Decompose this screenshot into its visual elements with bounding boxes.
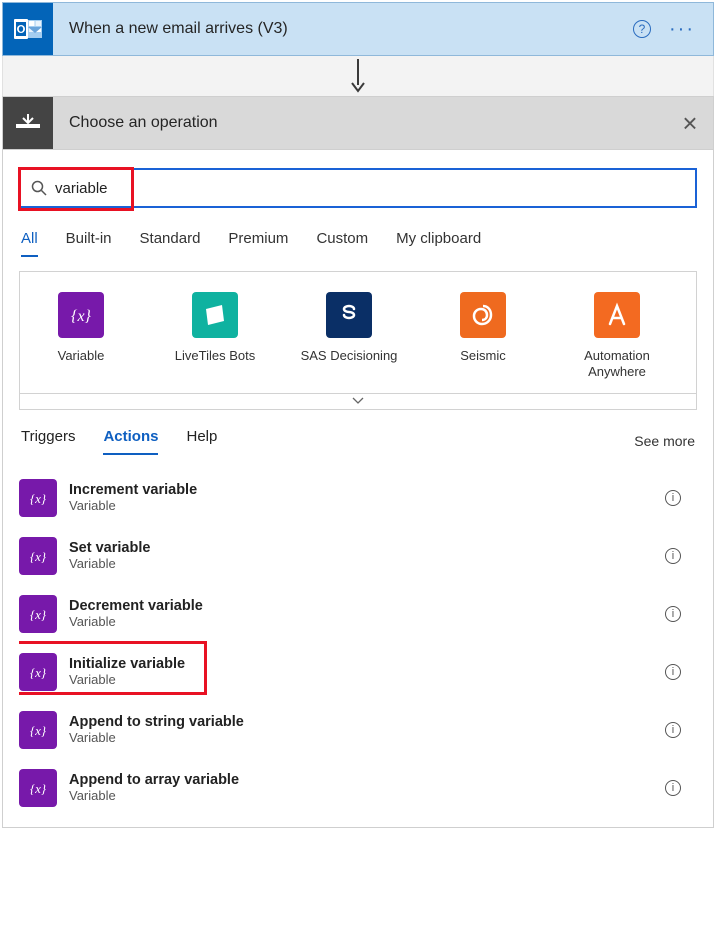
trigger-title: When a new email arrives (V3) <box>53 20 633 38</box>
variable-icon: {x} <box>19 537 57 575</box>
info-icon[interactable]: i <box>665 490 681 506</box>
svg-text:{x}: {x} <box>30 491 47 506</box>
category-tabs: All Built-in Standard Premium Custom My clipb… <box>19 230 697 257</box>
category-tab-my-clipboard[interactable]: My clipboard <box>396 230 481 257</box>
section-tab-actions[interactable]: Actions <box>103 428 158 455</box>
action-subtitle: Variable <box>69 788 653 803</box>
operation-panel: All Built-in Standard Premium Custom My clipb… <box>2 150 714 828</box>
action-text: Initialize variableVariable <box>69 656 653 687</box>
action-subtitle: Variable <box>69 498 653 513</box>
svg-text:{x}: {x} <box>30 549 47 564</box>
info-icon[interactable]: i <box>665 780 681 796</box>
category-tab-built-in[interactable]: Built-in <box>66 230 112 257</box>
connector-variable[interactable]: {x} Variable <box>28 292 134 381</box>
action-text: Append to string variableVariable <box>69 714 653 745</box>
info-icon[interactable]: i <box>665 722 681 738</box>
connector-label: Automation Anywhere <box>564 348 670 381</box>
action-increment-variable[interactable]: {x} Increment variableVariable i <box>19 469 697 527</box>
action-subtitle: Variable <box>69 730 653 745</box>
variable-icon: {x} <box>58 292 104 338</box>
expand-connectors[interactable] <box>19 394 697 410</box>
category-tab-premium[interactable]: Premium <box>228 230 288 257</box>
info-icon[interactable]: i <box>665 664 681 680</box>
sas-decisioning-icon <box>326 292 372 338</box>
help-icon[interactable]: ? <box>633 20 651 38</box>
outlook-icon <box>3 3 53 55</box>
variable-icon: {x} <box>19 653 57 691</box>
trigger-card[interactable]: When a new email arrives (V3) ? ··· <box>2 2 714 56</box>
variable-icon: {x} <box>19 711 57 749</box>
svg-text:{x}: {x} <box>30 607 47 622</box>
svg-text:{x}: {x} <box>30 781 47 796</box>
svg-text:{x}: {x} <box>30 665 47 680</box>
svg-text:{x}: {x} <box>30 723 47 738</box>
action-subtitle: Variable <box>69 672 653 687</box>
connector-sas-decisioning[interactable]: SAS Decisioning <box>296 292 402 381</box>
action-append-to-string-variable[interactable]: {x} Append to string variableVariable i <box>19 701 697 759</box>
category-tab-custom[interactable]: Custom <box>316 230 368 257</box>
connector-label: SAS Decisioning <box>301 348 398 364</box>
action-name: Initialize variable <box>69 656 653 672</box>
action-subtitle: Variable <box>69 614 653 629</box>
variable-icon: {x} <box>19 479 57 517</box>
action-append-to-array-variable[interactable]: {x} Append to array variableVariable i <box>19 759 697 817</box>
flow-arrow <box>2 56 714 96</box>
connector-livetiles-bots[interactable]: LiveTiles Bots <box>162 292 268 381</box>
action-subtitle: Variable <box>69 556 653 571</box>
variable-icon: {x} <box>19 595 57 633</box>
category-tab-all[interactable]: All <box>21 230 38 257</box>
action-name: Increment variable <box>69 482 653 498</box>
connector-label: Variable <box>58 348 105 364</box>
actions-list[interactable]: {x}Increment variableVariablei{x}Set var… <box>19 469 697 817</box>
variable-icon: {x} <box>19 769 57 807</box>
action-text: Set variableVariable <box>69 540 653 571</box>
automation-anywhere-icon <box>594 292 640 338</box>
operation-header: Choose an operation × <box>2 96 714 150</box>
action-text: Decrement variableVariable <box>69 598 653 629</box>
connector-seismic[interactable]: Seismic <box>430 292 536 381</box>
action-set-variable[interactable]: {x} Set variableVariable i <box>19 527 697 585</box>
category-tab-standard[interactable]: Standard <box>140 230 201 257</box>
see-more-link[interactable]: See more <box>634 433 695 449</box>
connector-label: LiveTiles Bots <box>175 348 255 364</box>
section-tab-triggers[interactable]: Triggers <box>21 428 75 455</box>
connectors: {x} Variable LiveTiles Bots SAS Decisioning… <box>19 271 697 394</box>
connector-automation-anywhere[interactable]: Automation Anywhere <box>564 292 670 381</box>
search-box[interactable] <box>19 168 697 208</box>
action-name: Set variable <box>69 540 653 556</box>
chevron-down-icon <box>352 397 364 405</box>
action-text: Increment variableVariable <box>69 482 653 513</box>
action-name: Append to array variable <box>69 772 653 788</box>
svg-text:{x}: {x} <box>71 308 92 325</box>
livetiles-bots-icon <box>192 292 238 338</box>
connector-label: Seismic <box>460 348 506 364</box>
info-icon[interactable]: i <box>665 548 681 564</box>
action-initialize-variable[interactable]: {x} Initialize variableVariable i <box>19 643 697 701</box>
seismic-icon <box>460 292 506 338</box>
section-tabs: Triggers Actions Help <box>21 428 217 455</box>
action-decrement-variable[interactable]: {x} Decrement variableVariable i <box>19 585 697 643</box>
close-icon[interactable]: × <box>667 108 713 139</box>
action-text: Append to array variableVariable <box>69 772 653 803</box>
info-icon[interactable]: i <box>665 606 681 622</box>
search-input[interactable] <box>55 180 685 197</box>
operation-title: Choose an operation <box>53 114 667 132</box>
action-name: Decrement variable <box>69 598 653 614</box>
choose-operation-icon <box>3 97 53 149</box>
action-name: Append to string variable <box>69 714 653 730</box>
section-tab-help[interactable]: Help <box>186 428 217 455</box>
search-icon <box>31 180 47 196</box>
